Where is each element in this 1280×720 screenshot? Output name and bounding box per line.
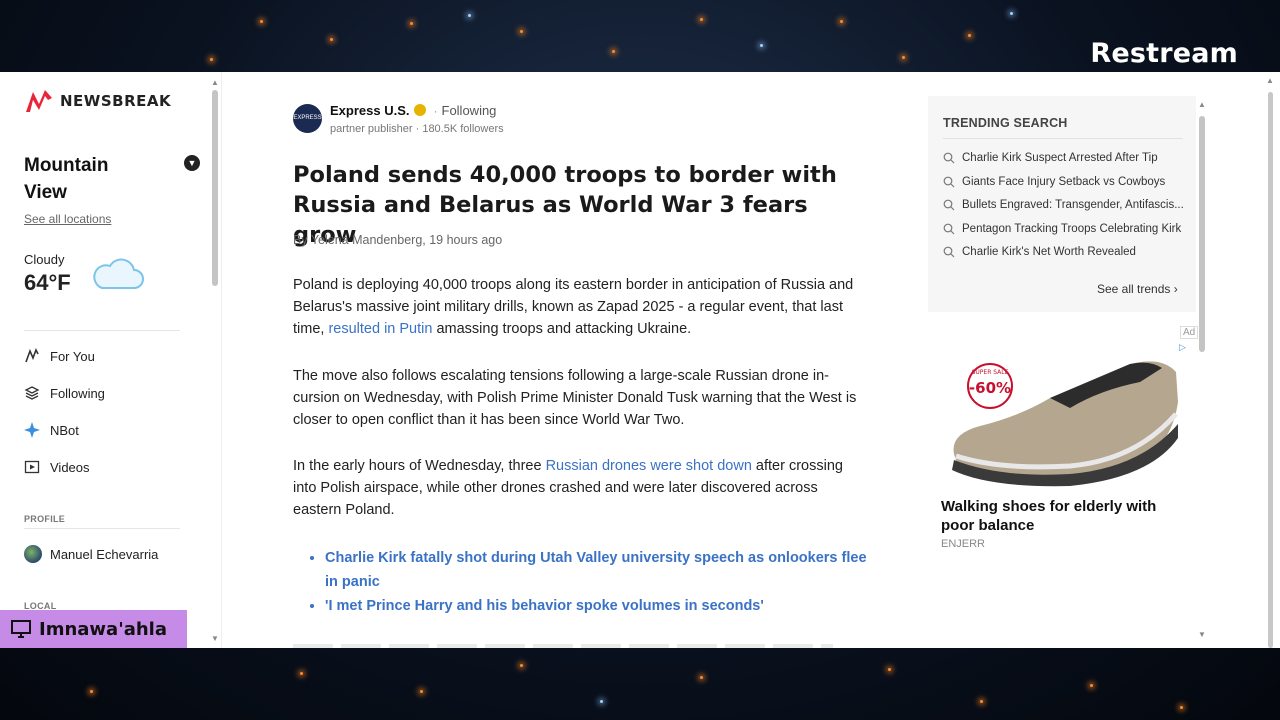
trending-item[interactable]: Giants Face Injury Setback vs Cowboys: [943, 176, 1165, 188]
divider: [24, 330, 180, 331]
weather-condition: Cloudy: [24, 252, 65, 267]
scroll-up-arrow[interactable]: ▲: [211, 78, 219, 87]
trending-item[interactable]: Bullets Engraved: Transgender, Antifasci…: [943, 199, 1184, 211]
search-icon: [943, 152, 955, 164]
article-paragraph-2: The move also follows escalating tension…: [293, 368, 857, 428]
sparkle-icon: [24, 422, 40, 438]
ad-brand: ENJERR: [941, 538, 986, 550]
restream-watermark: Restream: [1090, 38, 1238, 69]
cut-off-text: [293, 644, 833, 648]
monitor-icon: [11, 620, 31, 638]
profile-item[interactable]: Manuel Echevarria: [24, 545, 158, 563]
search-icon: [943, 246, 955, 258]
nav-label: For You: [50, 348, 95, 364]
sidebar-scrollbar[interactable]: [212, 90, 218, 286]
nav-label: NBot: [50, 422, 79, 438]
video-icon: [24, 460, 40, 474]
trending-item[interactable]: Charlie Kirk Suspect Arrested After Tip: [943, 152, 1158, 164]
left-sidebar: NEWSBREAK Mountain View ▼ See all locati…: [0, 72, 222, 648]
verified-badge-icon: [413, 104, 426, 116]
chevron-down-icon[interactable]: ▼: [184, 155, 200, 171]
trending-label: Pentagon Tracking Troops Celebrating Kir…: [962, 223, 1182, 235]
for-you-icon: [25, 348, 39, 363]
nav-nbot[interactable]: NBot: [24, 422, 79, 438]
search-icon: [943, 223, 955, 235]
paragraph-text: amassing troops and attacking Ukraine.: [432, 321, 692, 337]
trending-item[interactable]: Charlie Kirk's Net Worth Revealed: [943, 246, 1136, 258]
logo-text: NEWSBREAK: [60, 92, 172, 110]
article-paragraph-1: Poland is deploying 40,000 troops along …: [293, 274, 868, 340]
separator: ·: [433, 104, 438, 118]
avatar: [24, 545, 42, 563]
trending-item[interactable]: Pentagon Tracking Troops Celebrating Kir…: [943, 223, 1181, 235]
scroll-down-arrow[interactable]: ▼: [1198, 630, 1206, 639]
nav-label: Following: [50, 385, 105, 401]
scroll-up-arrow[interactable]: ▲: [1198, 100, 1206, 109]
publisher-header: EXPRESS Express U.S. · Following partner p…: [293, 102, 504, 135]
sale-text: SUPER SALE: [972, 369, 1009, 376]
search-icon: [943, 176, 955, 188]
publisher-logo[interactable]: EXPRESS: [293, 104, 322, 133]
divider: [943, 138, 1183, 139]
see-all-locations-link[interactable]: See all locations: [24, 212, 111, 226]
ad-shoe-image[interactable]: SUPER SALE -60%: [940, 354, 1182, 489]
search-icon: [943, 199, 955, 211]
nav-following[interactable]: Following: [24, 385, 105, 401]
trending-label: Charlie Kirk Suspect Arrested After Tip: [962, 152, 1158, 164]
nav-label: Videos: [50, 459, 90, 475]
cloud-icon: [93, 258, 144, 289]
drones-link[interactable]: Russian drones were shot down: [546, 458, 752, 474]
layers-icon: [24, 386, 40, 400]
related-link[interactable]: Charlie Kirk fatally shot during Utah Va…: [325, 546, 867, 594]
window-scrollbar[interactable]: [1268, 92, 1273, 648]
divider: [24, 528, 180, 529]
putin-link[interactable]: resulted in Putin: [328, 321, 432, 337]
profile-name: Manuel Echevarria: [50, 546, 159, 562]
ad-label: Ad: [1180, 326, 1199, 339]
following-button[interactable]: Following: [442, 103, 497, 118]
ad-title[interactable]: Walking shoes for elderly with poor bala…: [941, 497, 1181, 535]
nav-for-you[interactable]: For You: [24, 348, 95, 364]
scroll-down-arrow[interactable]: ▼: [211, 634, 219, 643]
see-all-trends-label: See all trends: [1097, 282, 1171, 296]
streamer-name: Imnawa'ahla: [39, 618, 167, 640]
weather-temperature: 64°F: [24, 270, 71, 295]
trending-label: Bullets Engraved: Transgender, Antifasci…: [962, 199, 1184, 211]
trending-label: Charlie Kirk's Net Worth Revealed: [962, 246, 1136, 258]
trending-title: TRENDING SEARCH: [943, 116, 1068, 130]
chevron-right-icon: ›: [1173, 282, 1178, 296]
trending-search-panel: TRENDING SEARCH Charlie Kirk Suspect Arr…: [928, 96, 1196, 312]
profile-section-label: PROFILE: [24, 514, 66, 524]
publisher-meta: partner publisher · 180.5K followers: [330, 123, 504, 135]
location-title: Mountain View: [24, 155, 109, 203]
related-link[interactable]: 'I met Prince Harry and his behavior spo…: [325, 594, 867, 618]
publisher-name[interactable]: Express U.S.: [330, 103, 410, 118]
right-column-scrollbar[interactable]: [1199, 116, 1205, 352]
see-all-trends-link[interactable]: See all trends ›: [1097, 282, 1178, 296]
streamer-name-overlay: Imnawa'ahla: [0, 610, 187, 648]
trending-label: Giants Face Injury Setback vs Cowboys: [962, 176, 1166, 188]
newsbreak-logo-icon: [26, 90, 52, 112]
browser-window: NEWSBREAK Mountain View ▼ See all locati…: [0, 72, 1280, 648]
window-scroll-up-arrow[interactable]: ▲: [1266, 76, 1274, 85]
article-paragraph-3: In the early hours of Wednesday, three R…: [293, 455, 868, 521]
sale-badge: -60%: [969, 379, 1011, 397]
newsbreak-logo[interactable]: NEWSBREAK: [24, 88, 171, 114]
article-byline: By Yelena Mandenberg, 19 hours ago: [293, 233, 503, 247]
ad-choices-icon[interactable]: ▷: [1179, 342, 1186, 353]
nav-videos[interactable]: Videos: [24, 459, 90, 475]
paragraph-text: In the early hours of Wednesday, three: [293, 458, 546, 474]
related-links: Charlie Kirk fatally shot during Utah Va…: [307, 546, 867, 618]
